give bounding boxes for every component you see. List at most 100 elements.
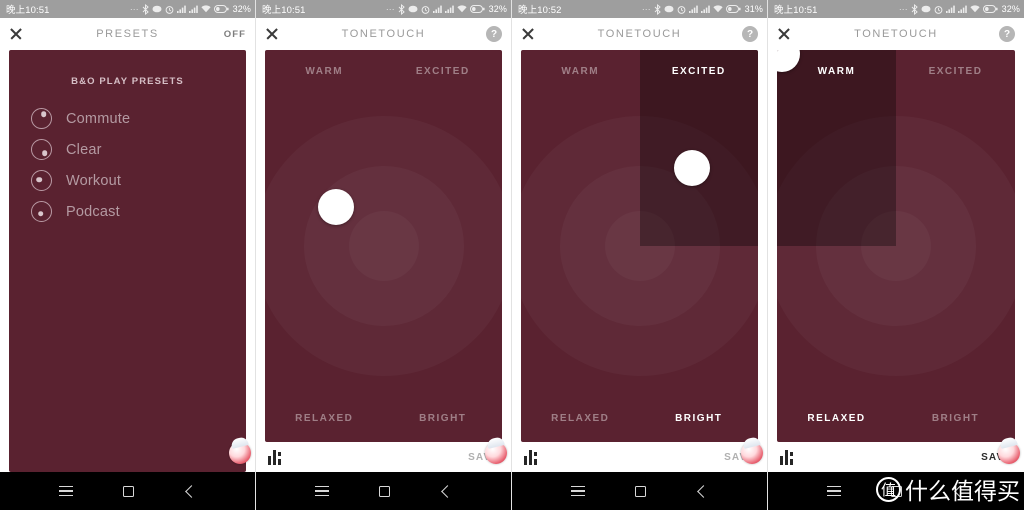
menu-icon[interactable] [827, 485, 842, 497]
app-bar: TONETOUCH ? [768, 18, 1024, 50]
battery-percent: 32% [232, 4, 251, 14]
help-icon[interactable]: ? [486, 26, 502, 42]
page-title: TONETOUCH [341, 28, 426, 40]
quadrant-relaxed[interactable]: RELAXED [521, 246, 640, 442]
list-item[interactable]: Podcast [9, 196, 246, 227]
preset-label: Podcast [66, 203, 120, 220]
page-title: TONETOUCH [854, 28, 938, 40]
menu-icon[interactable] [315, 485, 329, 497]
dots-icon: ··· [385, 4, 395, 14]
quadrant-bright[interactable]: BRIGHT [384, 246, 503, 442]
signal-icon [957, 5, 967, 13]
app-bar: PRESETS OFF [0, 18, 255, 50]
pad-quadrants: WARM EXCITED RELAXED BRIGHT [521, 50, 758, 442]
pad-quadrants: WARM EXCITED RELAXED BRIGHT [777, 50, 1015, 442]
tonetouch-pad[interactable]: WARM EXCITED RELAXED BRIGHT [521, 50, 758, 442]
sync-icon [921, 5, 931, 13]
status-icons: ··· 32% [129, 3, 251, 15]
menu-icon[interactable] [571, 485, 585, 497]
app-bar: TONETOUCH ? [256, 18, 511, 50]
home-icon[interactable] [891, 485, 903, 497]
close-icon[interactable] [265, 27, 279, 41]
bluetooth-icon [142, 3, 149, 15]
presets-panel: B&O PLAY PRESETS Commute Clear Workout P… [9, 50, 246, 472]
quadrant-label-excited: EXCITED [928, 66, 983, 77]
android-nav-bar [512, 472, 767, 510]
quadrant-relaxed[interactable]: RELAXED [777, 246, 896, 442]
pad-handle[interactable] [673, 149, 710, 186]
bluetooth-icon [398, 3, 405, 15]
back-icon[interactable] [696, 484, 710, 498]
close-icon[interactable] [9, 27, 23, 41]
alarm-icon [165, 5, 174, 14]
pad-handle[interactable] [318, 188, 355, 225]
quadrant-warm[interactable]: WARM [521, 50, 640, 246]
status-icons: ··· 31% [641, 3, 763, 15]
dots-icon: ··· [129, 4, 139, 14]
alarm-icon [421, 5, 430, 14]
status-time: 晚上10:51 [6, 5, 50, 16]
signal-icon [444, 5, 454, 13]
preset-dial-icon [31, 170, 52, 191]
quadrant-excited[interactable]: EXCITED [639, 50, 758, 246]
battery-icon [725, 5, 741, 13]
quadrant-label-bright: BRIGHT [931, 413, 980, 424]
tonetouch-pad[interactable]: WARM EXCITED RELAXED BRIGHT [265, 50, 502, 442]
quadrant-bright[interactable]: BRIGHT [640, 246, 759, 442]
list-item[interactable]: Workout [9, 165, 246, 196]
back-icon[interactable] [440, 484, 454, 498]
signal-icon [176, 5, 186, 13]
dots-icon: ··· [898, 4, 908, 14]
save-button[interactable]: SAVE [468, 452, 499, 463]
list-item[interactable]: Clear [9, 134, 246, 165]
equalizer-icon[interactable] [524, 449, 537, 465]
tonetouch-pad[interactable]: WARM EXCITED RELAXED BRIGHT [777, 50, 1015, 442]
quadrant-label-relaxed: RELAXED [807, 413, 866, 424]
status-bar: 晚上10:51 ··· 32% [256, 0, 511, 18]
equalizer-icon[interactable] [780, 449, 793, 465]
close-icon[interactable] [777, 27, 791, 41]
quadrant-label-excited: EXCITED [415, 66, 470, 77]
quadrant-bright[interactable]: BRIGHT [896, 246, 1015, 442]
quadrant-label-bright: BRIGHT [675, 413, 723, 424]
close-icon[interactable] [521, 27, 535, 41]
home-icon[interactable] [123, 485, 134, 497]
status-time: 晚上10:52 [518, 5, 562, 16]
menu-icon[interactable] [59, 485, 73, 497]
home-icon[interactable] [379, 485, 390, 497]
quadrant-excited[interactable]: EXCITED [384, 50, 503, 246]
panel-tonetouch-3: 晚上10:51 ··· 32% TONETOUCH ? WARM EXCITED… [768, 0, 1024, 510]
save-button[interactable]: SAVE [724, 452, 755, 463]
quadrant-label-warm: WARM [305, 66, 344, 77]
home-icon[interactable] [635, 485, 646, 497]
equalizer-icon[interactable] [268, 449, 281, 465]
wifi-icon [457, 5, 467, 13]
battery-percent: 32% [488, 4, 507, 14]
signal-icon [188, 5, 198, 13]
signal-icon [688, 5, 698, 13]
save-button[interactable]: SAVE [981, 452, 1012, 463]
wifi-icon [970, 5, 980, 13]
quadrant-warm[interactable]: WARM [777, 50, 896, 246]
help-icon[interactable]: ? [999, 26, 1015, 42]
quadrant-excited[interactable]: EXCITED [896, 50, 1015, 246]
alarm-icon [677, 5, 686, 14]
quadrant-label-relaxed: RELAXED [295, 413, 354, 424]
preset-dial-icon [31, 201, 52, 222]
preset-label: Commute [66, 110, 131, 127]
wifi-icon [201, 5, 211, 13]
status-icons: ··· 32% [898, 3, 1020, 15]
help-icon[interactable]: ? [742, 26, 758, 42]
status-time: 晚上10:51 [774, 5, 818, 16]
panel-tonetouch-2: 晚上10:52 ··· 31% TONETOUCH ? WARM EXCITED… [512, 0, 768, 510]
quadrant-relaxed[interactable]: RELAXED [265, 246, 384, 442]
presets-off-toggle[interactable]: OFF [224, 29, 246, 40]
preset-label: Clear [66, 141, 102, 158]
back-icon[interactable] [953, 484, 967, 498]
quadrant-label-warm: WARM [817, 66, 856, 77]
dots-icon: ··· [641, 4, 651, 14]
battery-icon [982, 5, 998, 13]
back-icon[interactable] [184, 484, 198, 498]
list-item[interactable]: Commute [9, 103, 246, 134]
wifi-icon [713, 5, 723, 13]
